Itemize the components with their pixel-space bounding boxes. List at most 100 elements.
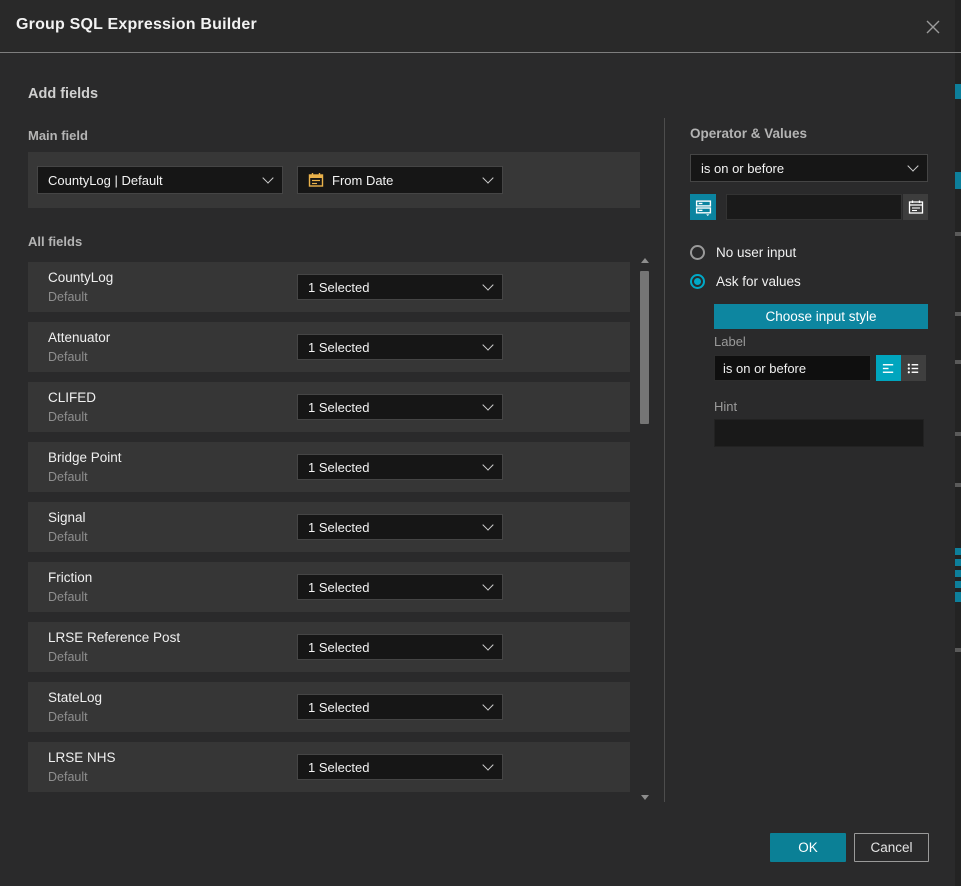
selected-count: 1 Selected bbox=[308, 280, 476, 295]
selected-count: 1 Selected bbox=[308, 700, 476, 715]
selected-count: 1 Selected bbox=[308, 460, 476, 475]
radio-label: Ask for values bbox=[716, 274, 801, 289]
chevron-down-icon bbox=[262, 172, 273, 183]
chevron-down-icon bbox=[482, 639, 493, 650]
all-fields-scrollbar[interactable] bbox=[638, 256, 652, 802]
chevron-down-icon bbox=[482, 579, 493, 590]
scroll-up-icon[interactable] bbox=[641, 258, 649, 263]
radio-icon bbox=[690, 245, 705, 260]
value-input[interactable] bbox=[726, 194, 902, 220]
screen: Group SQL Expression Builder Add fields … bbox=[0, 0, 961, 886]
field-values-dropdown[interactable]: 1 Selected bbox=[297, 694, 503, 720]
field-sublabel: Default bbox=[48, 470, 88, 484]
ok-button[interactable]: OK bbox=[770, 833, 846, 862]
radio-ask-for-values[interactable]: Ask for values bbox=[690, 274, 801, 289]
selected-count: 1 Selected bbox=[308, 640, 476, 655]
radio-selected-icon bbox=[690, 274, 705, 289]
main-field-field-dropdown[interactable]: From Date bbox=[297, 166, 503, 194]
chevron-down-icon bbox=[482, 759, 493, 770]
field-name: LRSE NHS bbox=[48, 750, 116, 765]
field-values-dropdown[interactable]: 1 Selected bbox=[297, 454, 503, 480]
field-row-friction: Friction Default 1 Selected bbox=[28, 562, 630, 612]
field-name: CLIFED bbox=[48, 390, 96, 405]
field-values-dropdown[interactable]: 1 Selected bbox=[297, 754, 503, 780]
field-row-lrse-reference-post: LRSE Reference Post Default 1 Selected bbox=[28, 622, 630, 672]
field-name: Signal bbox=[48, 510, 86, 525]
radio-no-user-input[interactable]: No user input bbox=[690, 245, 796, 260]
field-sublabel: Default bbox=[48, 710, 88, 724]
close-icon[interactable] bbox=[923, 17, 943, 37]
label-caption: Label bbox=[714, 334, 746, 349]
field-values-dropdown[interactable]: 1 Selected bbox=[297, 394, 503, 420]
field-sublabel: Default bbox=[48, 770, 88, 784]
bulleted-list-icon bbox=[906, 361, 921, 376]
date-picker-button[interactable] bbox=[903, 194, 928, 220]
operator-values-heading: Operator & Values bbox=[690, 126, 807, 141]
chevron-down-icon bbox=[482, 459, 493, 470]
unique-values-button[interactable] bbox=[690, 194, 716, 220]
add-fields-heading: Add fields bbox=[28, 86, 98, 102]
label-input[interactable] bbox=[714, 355, 871, 381]
panel-divider bbox=[664, 118, 665, 802]
background-app-strip bbox=[955, 0, 961, 886]
date-calendar-icon bbox=[308, 172, 324, 188]
selected-count: 1 Selected bbox=[308, 400, 476, 415]
field-row-attenuator: Attenuator Default 1 Selected bbox=[28, 322, 630, 372]
field-sublabel: Default bbox=[48, 410, 88, 424]
dialog-title: Group SQL Expression Builder bbox=[16, 16, 257, 34]
chevron-down-icon bbox=[482, 172, 493, 183]
selected-count: 1 Selected bbox=[308, 580, 476, 595]
selected-count: 1 Selected bbox=[308, 520, 476, 535]
field-sublabel: Default bbox=[48, 350, 88, 364]
field-name: CountyLog bbox=[48, 270, 113, 285]
field-row-statelog: StateLog Default 1 Selected bbox=[28, 682, 630, 732]
field-row-clifed: CLIFED Default 1 Selected bbox=[28, 382, 630, 432]
field-name: Bridge Point bbox=[48, 450, 122, 465]
scroll-down-icon[interactable] bbox=[641, 795, 649, 800]
hint-input[interactable] bbox=[714, 419, 924, 447]
field-sublabel: Default bbox=[48, 590, 88, 604]
align-left-icon bbox=[881, 361, 896, 376]
single-input-style-button[interactable] bbox=[876, 355, 901, 381]
field-sublabel: Default bbox=[48, 650, 88, 664]
main-field-label: Main field bbox=[28, 128, 88, 143]
operator-value: is on or before bbox=[701, 161, 901, 176]
field-name: Friction bbox=[48, 570, 92, 585]
chevron-down-icon bbox=[482, 279, 493, 290]
list-input-style-button[interactable] bbox=[901, 355, 926, 381]
field-name: Attenuator bbox=[48, 330, 110, 345]
all-fields-label: All fields bbox=[28, 234, 82, 249]
chevron-down-icon bbox=[482, 399, 493, 410]
operator-dropdown[interactable]: is on or before bbox=[690, 154, 928, 182]
field-sublabel: Default bbox=[48, 530, 88, 544]
calendar-picker-icon bbox=[908, 199, 924, 215]
chevron-down-icon bbox=[907, 160, 918, 171]
selected-count: 1 Selected bbox=[308, 760, 476, 775]
field-values-dropdown[interactable]: 1 Selected bbox=[297, 514, 503, 540]
field-values-dropdown[interactable]: 1 Selected bbox=[297, 634, 503, 660]
cancel-button[interactable]: Cancel bbox=[854, 833, 929, 862]
chevron-down-icon bbox=[482, 339, 493, 350]
stacked-values-icon bbox=[695, 199, 712, 216]
selected-count: 1 Selected bbox=[308, 340, 476, 355]
choose-input-style-button[interactable]: Choose input style bbox=[714, 304, 928, 329]
group-sql-expression-builder-dialog: Group SQL Expression Builder Add fields … bbox=[0, 0, 955, 886]
dialog-titlebar: Group SQL Expression Builder bbox=[0, 0, 955, 53]
field-row-signal: Signal Default 1 Selected bbox=[28, 502, 630, 552]
main-field-layer-dropdown[interactable]: CountyLog | Default bbox=[37, 166, 283, 194]
field-row-lrse-nhs: LRSE NHS Default 1 Selected bbox=[28, 742, 630, 792]
hint-caption: Hint bbox=[714, 399, 737, 414]
field-sublabel: Default bbox=[48, 290, 88, 304]
scrollbar-thumb[interactable] bbox=[640, 271, 649, 424]
field-values-dropdown[interactable]: 1 Selected bbox=[297, 334, 503, 360]
field-name: StateLog bbox=[48, 690, 102, 705]
chevron-down-icon bbox=[482, 699, 493, 710]
main-field-field-value: From Date bbox=[332, 173, 476, 188]
chevron-down-icon bbox=[482, 519, 493, 530]
field-values-dropdown[interactable]: 1 Selected bbox=[297, 274, 503, 300]
field-row-bridge-point: Bridge Point Default 1 Selected bbox=[28, 442, 630, 492]
field-values-dropdown[interactable]: 1 Selected bbox=[297, 574, 503, 600]
main-field-panel: CountyLog | Default From Date bbox=[28, 152, 640, 208]
radio-label: No user input bbox=[716, 245, 796, 260]
field-name: LRSE Reference Post bbox=[48, 630, 180, 645]
